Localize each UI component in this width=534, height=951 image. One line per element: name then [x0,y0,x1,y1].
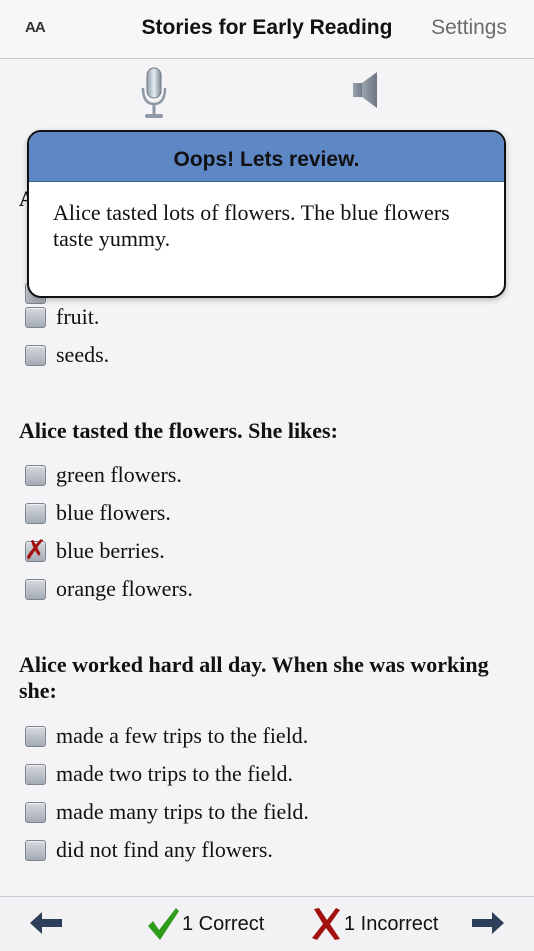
checkbox[interactable] [25,578,46,600]
answer-label: fruit. [56,304,100,329]
answer-option-selected-incorrect[interactable]: blue berries. [24,535,165,566]
answer-label: made many trips to the field. [56,799,309,824]
answer-option[interactable]: made a few trips to the field. [25,721,308,751]
checkbox[interactable] [25,502,46,524]
answer-label: blue flowers. [56,500,171,525]
answer-label: green flowers. [56,462,182,487]
arrow-left-icon[interactable] [28,909,64,937]
incorrect-count: 1 Incorrect [310,905,438,943]
checkbox[interactable] [25,464,46,486]
x-mark-icon [312,908,340,940]
answer-option[interactable]: blue flowers. [25,498,171,528]
answer-option[interactable]: did not find any flowers. [25,835,273,865]
answer-label: blue berries. [56,538,165,563]
answer-option[interactable]: fruit. [25,302,99,332]
correct-label: 1 Correct [182,912,265,935]
answer-option[interactable]: seeds. [25,340,109,370]
answer-option[interactable]: orange flowers. [25,574,193,604]
incorrect-checkbox[interactable] [24,535,47,566]
question-2: Alice tasted the flowers. She likes: [19,418,338,443]
answer-option[interactable]: green flowers. [25,460,182,490]
answer-label: orange flowers. [56,576,193,601]
question-3: Alice worked hard all day. When she was … [19,652,489,703]
answer-option[interactable]: made many trips to the field. [25,797,309,827]
correct-count: 1 Correct [146,905,264,943]
checkmark-icon [148,908,179,940]
incorrect-label: 1 Incorrect [344,912,439,935]
popup-title: Oops! Lets review. [29,132,504,182]
navigation-bar: AA Stories for Early Reading Settings [0,0,534,59]
answer-label: made a few trips to the field. [56,723,309,748]
answer-label: did not find any flowers. [56,837,273,862]
popup-message: Alice tasted lots of flowers. The blue f… [53,200,450,251]
checkbox[interactable] [25,801,46,823]
checkbox[interactable] [25,763,46,785]
answer-label: seeds. [56,342,110,367]
answer-label: made two trips to the field. [56,761,294,786]
speaker-icon[interactable] [350,70,384,110]
arrow-right-icon[interactable] [470,909,506,937]
checkbox[interactable] [25,839,46,861]
microphone-icon[interactable] [138,66,170,122]
checkbox[interactable] [25,306,46,328]
checkbox[interactable] [25,344,46,366]
checkbox[interactable] [25,725,46,747]
review-popup[interactable]: Oops! Lets review. Alice tasted lots of … [27,130,506,298]
audio-controls [0,58,534,128]
bottom-toolbar: 1 Correct 1 Incorrect [0,896,534,951]
settings-button[interactable]: Settings [431,16,507,40]
answer-option[interactable]: made two trips to the field. [25,759,293,789]
